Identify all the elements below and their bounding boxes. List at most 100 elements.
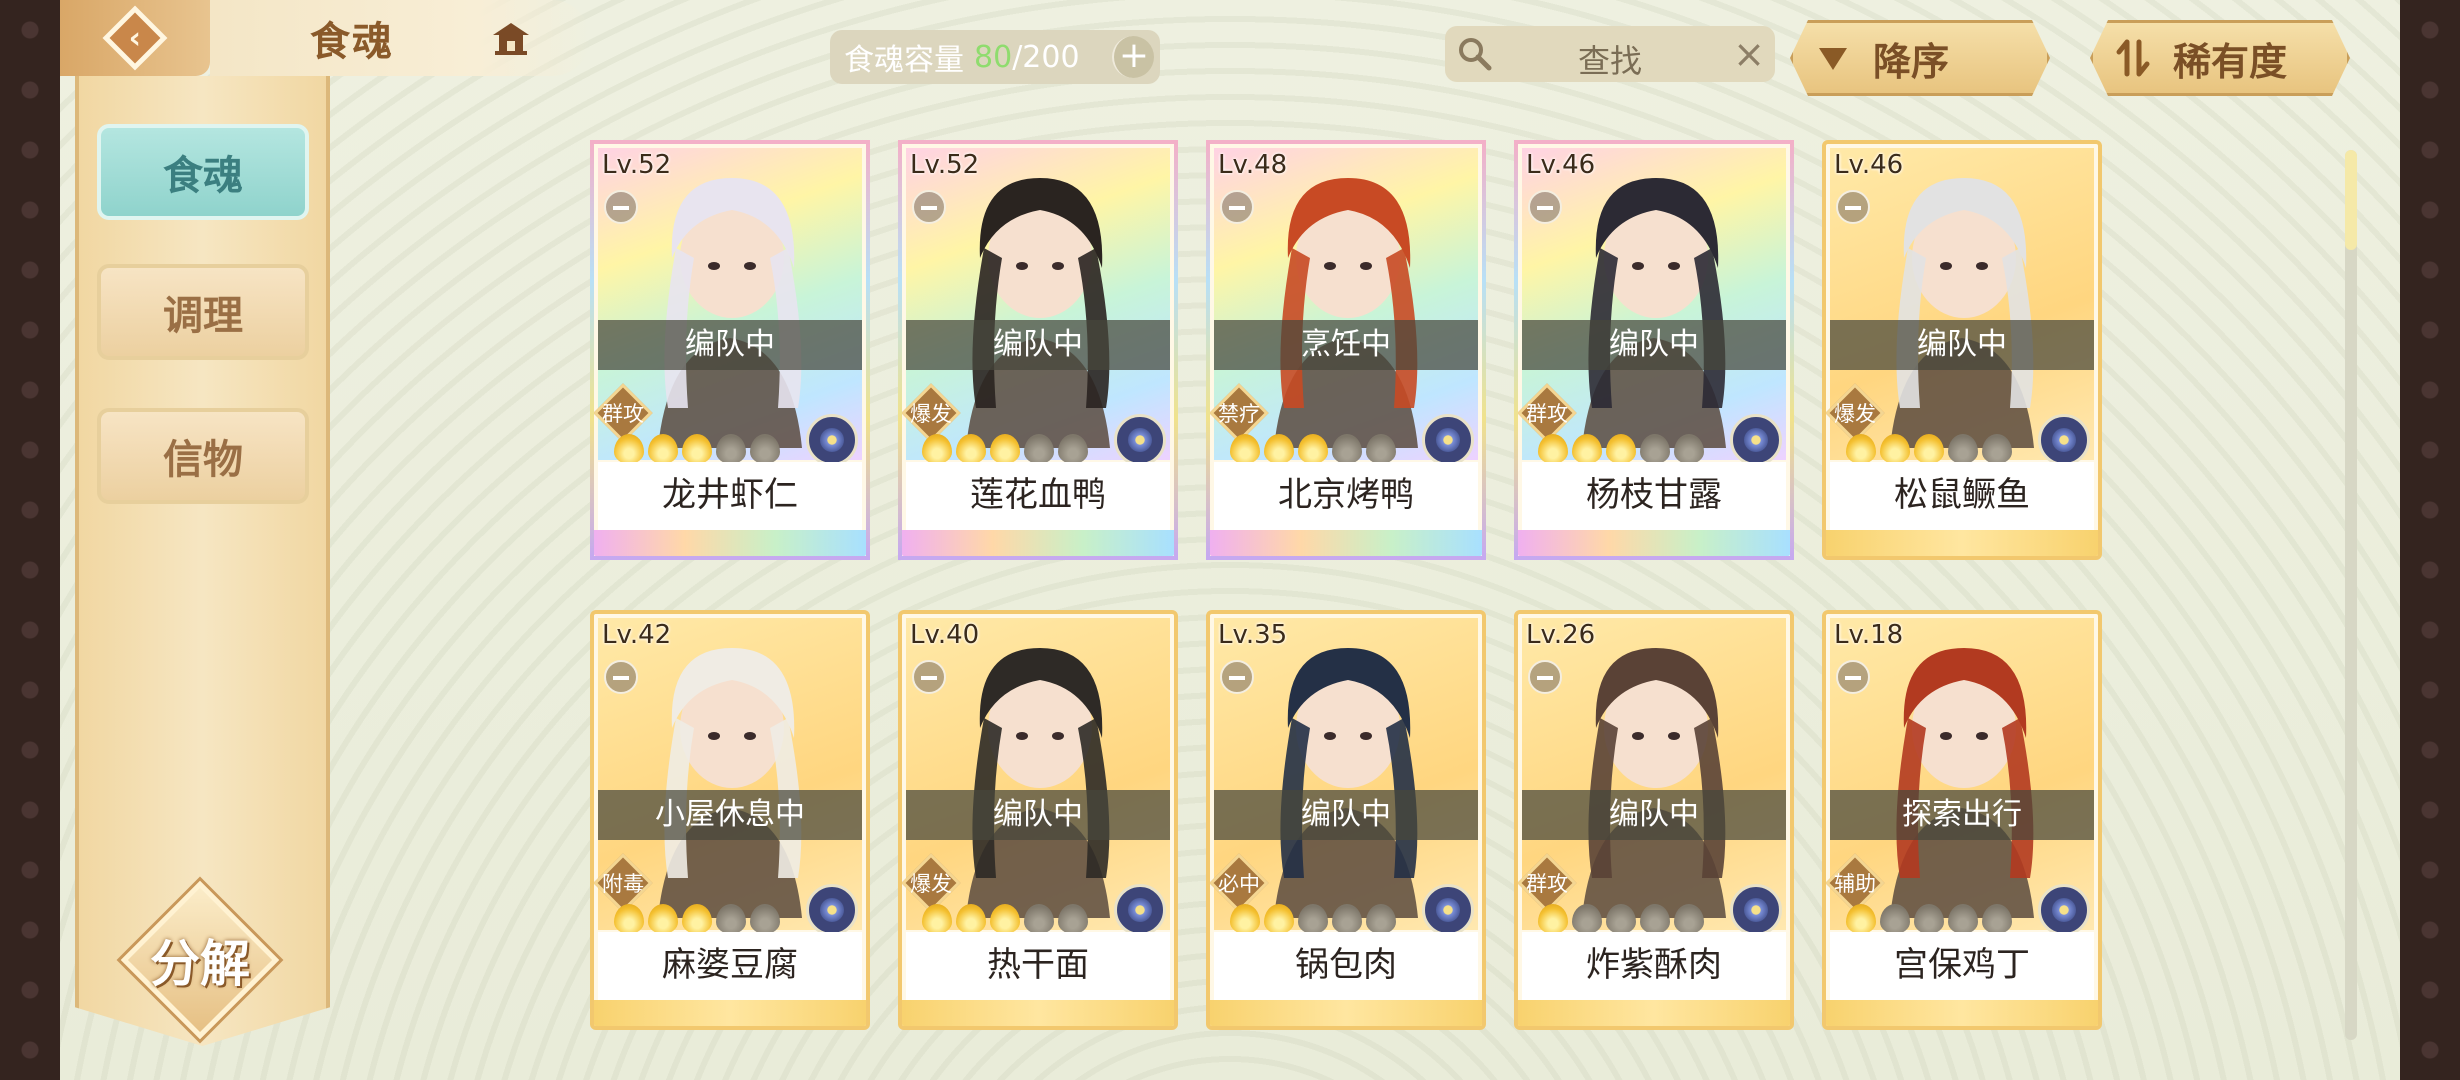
star-icon bbox=[1264, 904, 1294, 934]
sidebar-item-food-souls[interactable]: 食魂 bbox=[97, 124, 309, 220]
food-soul-card[interactable]: Lv.35 编队中 必中 锅包肉 bbox=[1206, 610, 1486, 1030]
sidebar-item-label: 信物 bbox=[163, 436, 243, 483]
food-soul-card[interactable]: Lv.42 小屋休息中 附毒 麻婆豆腐 bbox=[590, 610, 870, 1030]
food-soul-card[interactable]: Lv.52 编队中 群攻 龙井虾仁 bbox=[590, 140, 870, 560]
character-name: 龙井虾仁 bbox=[598, 462, 862, 530]
status-label: 编队中 bbox=[906, 320, 1170, 370]
lock-icon[interactable] bbox=[604, 190, 638, 224]
star-icon bbox=[614, 904, 644, 934]
capacity-display: 食魂容量 80 /200 + bbox=[830, 30, 1160, 84]
star-icon bbox=[1880, 904, 1910, 934]
flavor-icon bbox=[1422, 884, 1474, 936]
sidebar-item-label: 调理 bbox=[163, 292, 243, 339]
food-soul-card[interactable]: Lv.48 烹饪中 禁疗 北京烤鸭 bbox=[1206, 140, 1486, 560]
lock-icon[interactable] bbox=[1836, 190, 1870, 224]
star-icon bbox=[1230, 904, 1260, 934]
level-label: Lv.26 bbox=[1526, 620, 1596, 650]
star-icon bbox=[1298, 904, 1328, 934]
star-icon bbox=[1572, 434, 1602, 464]
star-icon bbox=[1332, 904, 1362, 934]
close-icon[interactable]: × bbox=[1733, 32, 1765, 76]
scroll-thumb[interactable] bbox=[2345, 150, 2357, 250]
level-label: Lv.52 bbox=[602, 150, 672, 180]
star-rating bbox=[1846, 904, 2012, 934]
star-icon bbox=[750, 434, 780, 464]
search-input[interactable]: 查找 × bbox=[1445, 26, 1775, 82]
flavor-icon bbox=[806, 414, 858, 466]
lock-icon[interactable] bbox=[1220, 660, 1254, 694]
character-name: 北京烤鸭 bbox=[1214, 462, 1478, 530]
level-label: Lv.40 bbox=[910, 620, 980, 650]
lock-icon[interactable] bbox=[1528, 190, 1562, 224]
food-soul-card[interactable]: Lv.26 编队中 群攻 炸紫酥肉 bbox=[1514, 610, 1794, 1030]
star-icon bbox=[1264, 434, 1294, 464]
lock-icon[interactable] bbox=[1220, 190, 1254, 224]
star-rating bbox=[1538, 434, 1704, 464]
rarity-strip bbox=[594, 530, 866, 556]
status-label: 编队中 bbox=[1522, 320, 1786, 370]
back-button[interactable]: ‹ bbox=[60, 0, 210, 76]
flavor-icon bbox=[2038, 414, 2090, 466]
status-label: 小屋休息中 bbox=[598, 790, 862, 840]
plus-icon[interactable]: + bbox=[1112, 36, 1154, 78]
level-label: Lv.42 bbox=[602, 620, 672, 650]
rarity-strip bbox=[1210, 1000, 1482, 1026]
star-icon bbox=[990, 904, 1020, 934]
sort-order-button[interactable]: 降序 bbox=[1790, 20, 2050, 96]
flavor-icon bbox=[1114, 414, 1166, 466]
star-icon bbox=[1948, 434, 1978, 464]
star-icon bbox=[1846, 434, 1876, 464]
sidebar-item-tokens[interactable]: 信物 bbox=[97, 408, 309, 504]
sidebar-item-label: 食魂 bbox=[163, 152, 243, 199]
lock-icon[interactable] bbox=[604, 660, 638, 694]
food-soul-card[interactable]: Lv.18 探索出行 辅助 宫保鸡丁 bbox=[1822, 610, 2102, 1030]
star-icon bbox=[990, 434, 1020, 464]
level-label: Lv.18 bbox=[1834, 620, 1904, 650]
decompose-button[interactable]: 分解 bbox=[120, 880, 280, 1040]
level-label: Lv.46 bbox=[1834, 150, 1904, 180]
character-name: 炸紫酥肉 bbox=[1522, 932, 1786, 1000]
sidebar-item-conditioning[interactable]: 调理 bbox=[97, 264, 309, 360]
lock-icon[interactable] bbox=[912, 190, 946, 224]
lock-icon[interactable] bbox=[912, 660, 946, 694]
status-label: 编队中 bbox=[1522, 790, 1786, 840]
character-name: 莲花血鸭 bbox=[906, 462, 1170, 530]
rarity-strip bbox=[1826, 1000, 2098, 1026]
star-icon bbox=[1982, 434, 2012, 464]
food-soul-card[interactable]: Lv.40 编队中 爆发 热干面 bbox=[898, 610, 1178, 1030]
scrollbar[interactable] bbox=[2345, 150, 2357, 1040]
sort-key-button[interactable]: 稀有度 bbox=[2090, 20, 2350, 96]
star-icon bbox=[1024, 434, 1054, 464]
lock-icon[interactable] bbox=[1836, 660, 1870, 694]
star-rating bbox=[1846, 434, 2012, 464]
star-icon bbox=[1366, 904, 1396, 934]
home-icon[interactable] bbox=[480, 14, 542, 64]
sort-rarity-icon bbox=[2113, 38, 2153, 78]
star-rating bbox=[922, 904, 1088, 934]
status-label: 编队中 bbox=[906, 790, 1170, 840]
star-icon bbox=[1846, 904, 1876, 934]
flavor-icon bbox=[806, 884, 858, 936]
star-icon bbox=[922, 904, 952, 934]
star-icon bbox=[1606, 434, 1636, 464]
star-icon bbox=[648, 904, 678, 934]
lock-icon[interactable] bbox=[1528, 660, 1562, 694]
character-name: 松鼠鳜鱼 bbox=[1830, 462, 2094, 530]
rarity-strip bbox=[1210, 530, 1482, 556]
star-rating bbox=[614, 904, 780, 934]
star-icon bbox=[1538, 434, 1568, 464]
star-icon bbox=[1230, 434, 1260, 464]
food-soul-card[interactable]: Lv.46 编队中 爆发 松鼠鳜鱼 bbox=[1822, 140, 2102, 560]
flavor-icon bbox=[1730, 414, 1782, 466]
star-icon bbox=[1914, 434, 1944, 464]
status-label: 编队中 bbox=[1214, 790, 1478, 840]
food-soul-card[interactable]: Lv.52 编队中 爆发 莲花血鸭 bbox=[898, 140, 1178, 560]
character-name: 宫保鸡丁 bbox=[1830, 932, 2094, 1000]
food-soul-card[interactable]: Lv.46 编队中 群攻 杨枝甘露 bbox=[1514, 140, 1794, 560]
star-icon bbox=[1024, 904, 1054, 934]
star-icon bbox=[1058, 904, 1088, 934]
star-icon bbox=[1914, 904, 1944, 934]
star-icon bbox=[648, 434, 678, 464]
level-label: Lv.35 bbox=[1218, 620, 1288, 650]
capacity-current: 80 bbox=[974, 39, 1013, 75]
